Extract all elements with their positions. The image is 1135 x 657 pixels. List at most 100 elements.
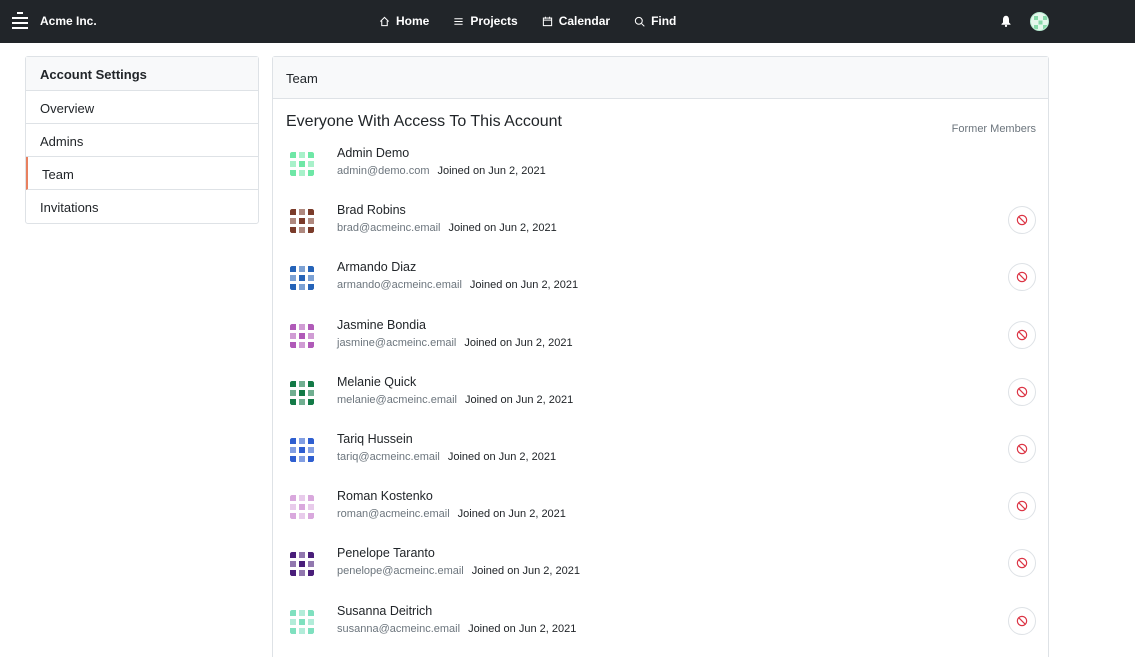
member-meta: susanna@acmeinc.email Joined on Jun 2, 20…	[337, 623, 576, 635]
sidebar-item-team[interactable]: Team	[26, 157, 258, 190]
identicon-icon	[286, 262, 318, 295]
member-name: Jasmine Bondia	[337, 317, 426, 332]
user-avatar[interactable]	[1030, 12, 1049, 31]
identicon-icon	[286, 319, 318, 352]
member-row: Penelope Taranto penelope@acmeinc.email Jo…	[286, 546, 1036, 586]
revoke-access-button[interactable]	[1008, 263, 1036, 292]
member-meta: melanie@acmeinc.email Joined on Jun 2, 20…	[337, 394, 573, 406]
revoke-access-button[interactable]	[1008, 320, 1036, 349]
search-icon	[634, 16, 645, 27]
top-navbar: Acme Inc. Home Projects Calendar Find	[0, 0, 1135, 43]
identicon-icon	[286, 491, 318, 524]
main-nav: Home Projects Calendar Find	[379, 14, 676, 28]
revoke-access-button[interactable]	[1008, 206, 1036, 235]
member-meta: penelope@acmeinc.email Joined on Jun 2, 2…	[337, 565, 580, 577]
member-meta: armando@acmeinc.email Joined on Jun 2, 20…	[337, 279, 578, 291]
member-meta: admin@demo.com Joined on Jun 2, 2021	[337, 165, 546, 177]
member-name: Tariq Hussein	[337, 432, 413, 446]
member-meta: roman@acmeinc.email Joined on Jun 2, 2021	[337, 508, 566, 520]
member-joined-date: Joined on Jun 2, 2021	[469, 279, 579, 292]
nav-find[interactable]: Find	[634, 14, 676, 28]
member-row: Tariq Hussein tariq@acmeinc.email Joined o…	[286, 432, 1036, 472]
member-name: Susanna Deitrich	[337, 603, 433, 618]
member-avatar	[286, 262, 318, 295]
ban-icon	[1016, 214, 1028, 226]
member-row: Melanie Quick melanie@acmeinc.email Joined…	[286, 375, 1036, 415]
ban-icon	[1016, 500, 1028, 512]
member-email: brad@acmeinc.email	[337, 222, 441, 235]
member-avatar	[286, 434, 318, 466]
revoke-access-button[interactable]	[1008, 377, 1036, 406]
sidebar-item-overview[interactable]: Overview	[26, 91, 258, 124]
identicon-icon	[286, 548, 318, 581]
member-email: susanna@acmeinc.email	[337, 622, 461, 635]
ban-icon	[1016, 386, 1028, 398]
member-meta: brad@acmeinc.email Joined on Jun 2, 2021	[337, 222, 557, 234]
member-joined-date: Joined on Jun 2, 2021	[464, 336, 573, 349]
sidebar-item-admins[interactable]: Admins	[26, 124, 258, 157]
ban-icon	[1016, 329, 1028, 340]
revoke-access-button[interactable]	[1008, 492, 1036, 521]
ban-icon	[1016, 615, 1028, 626]
revoke-access-button[interactable]	[1008, 606, 1036, 635]
nav-home-label: Home	[396, 14, 430, 28]
member-email: armando@acmeinc.email	[337, 279, 462, 292]
member-email: penelope@acmeinc.email	[337, 565, 464, 578]
member-name: Penelope Taranto	[337, 546, 435, 561]
member-joined-date: Joined on Jun 2, 2021	[457, 508, 566, 521]
member-name: Roman Kostenko	[337, 489, 433, 504]
identicon-icon	[286, 376, 318, 409]
nav-projects-label: Projects	[470, 14, 518, 28]
nav-find-label: Find	[651, 14, 677, 28]
sidebar-item-invitations[interactable]: Invitations	[26, 190, 258, 223]
identicon-icon	[286, 434, 318, 466]
member-joined-date: Joined on Jun 2, 2021	[471, 565, 581, 578]
former-members-link[interactable]: Former Members	[952, 123, 1036, 135]
notification-bell-icon[interactable]	[1000, 15, 1012, 27]
member-name: Armando Diaz	[337, 260, 417, 275]
nav-projects[interactable]: Projects	[453, 14, 518, 28]
member-email: roman@acmeinc.email	[337, 508, 450, 521]
avatar-pattern-icon	[1034, 16, 1047, 29]
member-email: melanie@acmeinc.email	[337, 393, 457, 406]
member-joined-date: Joined on Jun 2, 2021	[447, 451, 557, 463]
brand-name[interactable]: Acme Inc.	[40, 14, 97, 28]
section-title: Everyone With Access To This Account	[286, 113, 562, 130]
member-avatar	[286, 205, 318, 238]
member-joined-date: Joined on Jun 2, 2021	[448, 222, 557, 235]
member-name: Admin Demo	[337, 146, 410, 160]
member-name: Brad Robins	[337, 203, 406, 218]
account-settings-sidebar: Account Settings Overview Admins Team In…	[25, 56, 259, 224]
member-avatar	[286, 376, 318, 409]
identicon-icon	[286, 148, 318, 180]
member-row: Roman Kostenko roman@acmeinc.email Joined …	[286, 489, 1036, 529]
member-avatar	[286, 605, 318, 638]
menu-icon[interactable]	[12, 12, 28, 32]
member-row: Armando Diaz armando@acmeinc.email Joined …	[286, 260, 1036, 300]
card-title: Team	[273, 57, 1048, 99]
sidebar-title: Account Settings	[26, 57, 258, 91]
list-icon	[454, 17, 463, 25]
member-meta: jasmine@acmeinc.email Joined on Jun 2, 20…	[337, 337, 573, 349]
revoke-access-button[interactable]	[1008, 549, 1036, 578]
member-row: Susanna Deitrich susanna@acmeinc.email Joi…	[286, 604, 1036, 644]
nav-home[interactable]: Home	[379, 14, 429, 28]
revoke-access-button[interactable]	[1008, 435, 1036, 463]
identicon-icon	[286, 205, 318, 238]
identicon-icon	[286, 605, 318, 638]
member-meta: tariq@acmeinc.email Joined on Jun 2, 2021	[337, 451, 556, 463]
member-email: tariq@acmeinc.email	[337, 451, 440, 463]
member-email: admin@demo.com	[337, 165, 430, 177]
member-avatar	[286, 548, 318, 581]
ban-icon	[1016, 272, 1028, 283]
nav-calendar[interactable]: Calendar	[542, 14, 610, 28]
member-joined-date: Joined on Jun 2, 2021	[437, 165, 546, 177]
member-row: Admin Demo admin@demo.com Joined on Jun 2,…	[286, 146, 1036, 186]
ban-icon	[1016, 443, 1028, 455]
member-row: Brad Robins brad@acmeinc.email Joined on J…	[286, 203, 1036, 243]
member-row: Jasmine Bondia jasmine@acmeinc.email Joine…	[286, 318, 1036, 358]
ban-icon	[1016, 558, 1028, 569]
member-avatar	[286, 319, 318, 352]
member-joined-date: Joined on Jun 2, 2021	[465, 393, 574, 406]
member-avatar	[286, 491, 318, 524]
